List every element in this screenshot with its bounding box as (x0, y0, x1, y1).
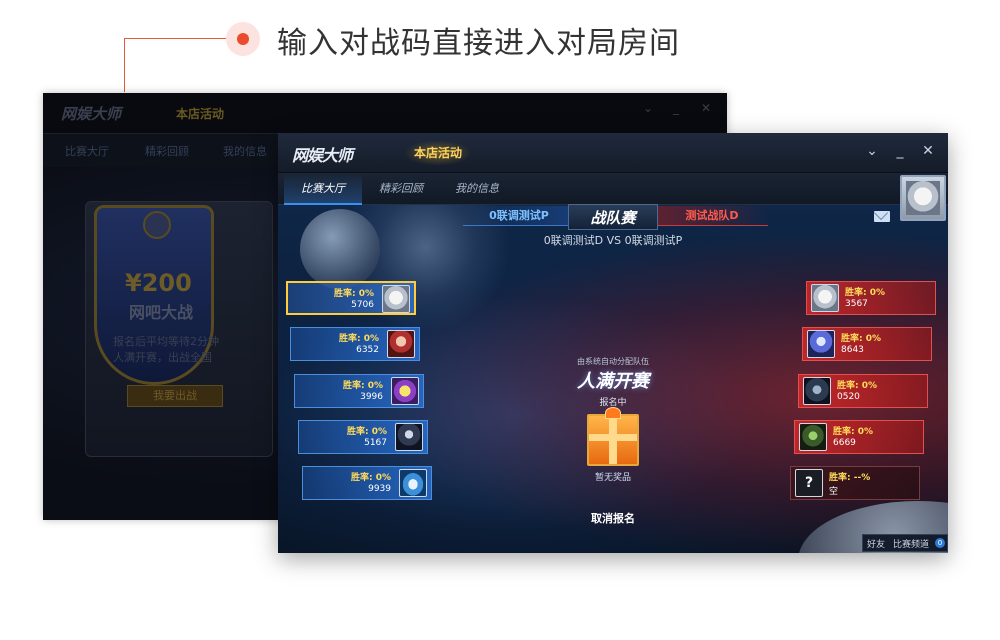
background-logo: 网娱大师 (61, 105, 122, 123)
win-rate: 胜率: 0% (338, 334, 379, 344)
planet-image (300, 209, 380, 289)
player-score: 5167 (364, 438, 387, 448)
cancel-registration-button[interactable]: 取消报名 (573, 510, 653, 526)
background-event-desc-2: 人满开赛，出战全国 (113, 351, 212, 364)
tab-match-hall[interactable]: 比赛大厅 (284, 173, 362, 205)
left-player-slot[interactable]: 胜率: 0% 3996 (294, 374, 424, 408)
match-mode-title: 战队赛 (568, 204, 658, 230)
promo-badge[interactable]: 本店活动 (404, 140, 473, 166)
close-icon[interactable]: ✕ (918, 140, 938, 162)
chat-bar: 好友 比赛频道 0 (862, 534, 948, 552)
avatar[interactable] (900, 175, 946, 221)
team-right-name: 测试战队D (656, 206, 768, 226)
right-player-slot[interactable]: 胜率: 0% 3567 (806, 281, 936, 315)
win-rate: 胜率: 0% (833, 427, 874, 437)
left-player-slot[interactable]: 胜率: 0% 5167 (298, 420, 428, 454)
tab-highlights[interactable]: 精彩回顾 (366, 173, 436, 205)
chevron-down-icon[interactable]: ⌄ (862, 140, 882, 162)
match-room-window: 网娱大师 本店活动 ⌄ _ ✕ 比赛大厅 精彩回顾 我的信息 0联调测试P 测试… (278, 133, 948, 553)
background-close-icon: ✕ (701, 101, 712, 115)
background-tab-profile: 我的信息 (223, 145, 267, 158)
titlebar: 网娱大师 本店活动 ⌄ _ ✕ (278, 133, 948, 173)
unknown-avatar-icon: ? (795, 469, 823, 497)
background-event-title: 网吧大战 (129, 303, 194, 322)
background-promo-badge: 本店活动 (176, 107, 225, 121)
win-rate: 胜率: 0% (333, 289, 374, 299)
background-tab-hall: 比赛大厅 (65, 145, 109, 158)
player-avatar (811, 284, 839, 312)
player-score: 5706 (351, 300, 374, 310)
player-score: 9939 (368, 484, 391, 494)
caption-connector-line (124, 38, 228, 39)
player-avatar (391, 377, 419, 405)
player-avatar (799, 423, 827, 451)
left-player-slot[interactable]: 胜率: 0% 9939 (302, 466, 432, 500)
player-score: 6669 (833, 438, 856, 448)
avatar-face-icon (906, 181, 940, 215)
background-join-button: 我要出战 (127, 385, 223, 407)
right-player-slot-empty[interactable]: ? 胜率: --% 空 (790, 466, 920, 500)
right-player-slot[interactable]: 胜率: 0% 0520 (798, 374, 928, 408)
right-player-slot[interactable]: 胜率: 0% 8643 (802, 327, 932, 361)
player-avatar (387, 330, 415, 358)
right-player-slot[interactable]: 胜率: 0% 6669 (794, 420, 924, 454)
win-rate: 胜率: 0% (350, 473, 391, 483)
match-start-title: 人满开赛 (577, 371, 649, 392)
caption-connector-line-vertical (124, 38, 125, 92)
win-rate: 胜率: 0% (342, 381, 383, 391)
player-score: 6352 (356, 345, 379, 355)
mail-icon[interactable] (874, 211, 890, 222)
player-score: 8643 (841, 345, 864, 355)
win-rate: 胜率: 0% (841, 334, 882, 344)
win-rate: 胜率: 0% (837, 381, 878, 391)
background-chevron-down-icon: ⌄ (643, 101, 654, 115)
win-rate: 胜率: 0% (346, 427, 387, 437)
player-score: 3567 (845, 299, 868, 309)
background-prize: ¥200 (125, 269, 192, 297)
friends-button[interactable]: 好友 (867, 537, 885, 550)
player-avatar (399, 469, 427, 497)
left-player-slot[interactable]: 胜率: 0% 5706 (286, 281, 416, 315)
gift-bow-icon (605, 407, 621, 419)
left-player-slot[interactable]: 胜率: 0% 6352 (290, 327, 420, 361)
app-logo: 网娱大师 (292, 142, 353, 166)
reward-label: 暂无奖品 (594, 473, 631, 483)
team-assign-note: 由系统自动分配队伍 (577, 357, 649, 366)
team-left-name: 0联调测试P (463, 206, 575, 226)
tab-my-info[interactable]: 我的信息 (442, 173, 512, 205)
navbar: 比赛大厅 精彩回顾 我的信息 (278, 173, 948, 205)
player-avatar (382, 285, 410, 313)
background-minimize-icon: _ (673, 101, 679, 115)
win-rate: 胜率: --% (829, 473, 871, 483)
background-star-icon (143, 211, 171, 239)
player-score: 空 (829, 487, 839, 497)
background-tab-replay: 精彩回顾 (145, 145, 189, 158)
background-titlebar: 网娱大师 本店活动 ⌄ _ ✕ (43, 93, 727, 133)
matchup-text: 0联调测试D VS 0联调测试P (543, 234, 683, 247)
background-event-desc: 报名后平均等待2分钟 (113, 335, 219, 348)
minimize-icon[interactable]: _ (890, 140, 910, 162)
player-avatar (807, 330, 835, 358)
match-channel-button[interactable]: 比赛频道 (893, 537, 929, 550)
player-avatar (803, 377, 831, 405)
app-logo-text: 网娱大师 (292, 146, 353, 165)
win-rate: 胜率: 0% (845, 288, 886, 298)
channel-count-badge: 0 (935, 538, 945, 548)
player-avatar (395, 423, 423, 451)
player-score: 3996 (360, 392, 383, 402)
player-score: 0520 (837, 392, 860, 402)
gift-icon (587, 407, 639, 466)
caption-bullet-icon (226, 22, 260, 56)
caption-text: 输入对战码直接进入对局房间 (277, 26, 680, 61)
